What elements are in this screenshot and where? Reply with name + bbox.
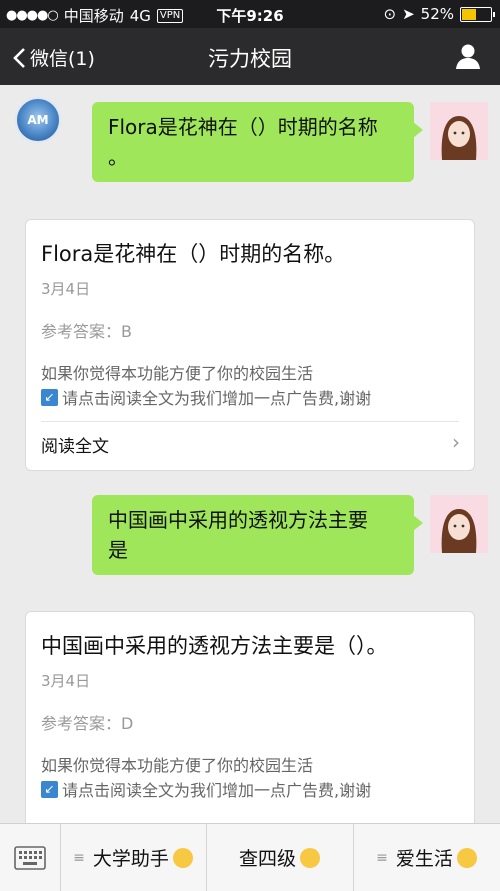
message-text-line: 是 [108, 538, 128, 562]
nav-bar: 微信(1) 污力校园 [0, 28, 500, 85]
message-text-line: Flora是花神在（）时期的名称 [108, 115, 378, 139]
card-divider [41, 421, 459, 422]
menu-item-label: 大学助手 [92, 848, 169, 870]
smiling-face-icon [456, 847, 477, 868]
status-right: ⊙ ➤ 52% [383, 5, 495, 23]
message-bubble[interactable]: 中国画中采用的透视方法主要 是 [92, 495, 423, 575]
battery-icon [460, 6, 495, 22]
menu-item-assistant[interactable]: ≡ 大学助手 [60, 824, 207, 891]
status-bar: ●●●●○ 中国移动 4G VPN 下午9:26 ⊙ ➤ 52% [0, 0, 500, 28]
user-avatar[interactable] [430, 495, 488, 553]
message-text-line: 中国画中采用的透视方法主要 [108, 508, 368, 532]
card-note-link: ↙ 请点击阅读全文为我们增加一点广告费,谢谢 [41, 777, 371, 801]
account-avatar[interactable]: AM [15, 97, 61, 143]
card-title: Flora是花神在（）时期的名称。 [41, 242, 346, 266]
user-avatar-image [430, 495, 488, 553]
keyboard-toggle-button[interactable] [0, 824, 61, 891]
message-bubble[interactable]: Flora是花神在（）时期的名称 。 [92, 102, 423, 182]
user-profile-icon[interactable] [454, 42, 482, 70]
arrow-down-left-icon: ↙ [41, 388, 58, 406]
location-icon: ➤ [402, 5, 415, 23]
card-note: 如果你觉得本功能方便了你的校园生活 [41, 364, 314, 383]
answer-card[interactable]: 中国画中采用的透视方法主要是（）。 3月4日 参考答案：D 如果你觉得本功能方便… [25, 611, 475, 823]
keyboard-icon [14, 845, 46, 870]
user-avatar[interactable] [430, 102, 488, 160]
menu-item-cet4[interactable]: 查四级 [206, 824, 354, 891]
chevron-right-icon: › [452, 430, 460, 454]
card-note-text: 请点击阅读全文为我们增加一点广告费,谢谢 [62, 389, 372, 408]
card-note-text: 请点击阅读全文为我们增加一点广告费,谢谢 [62, 781, 372, 800]
card-title: 中国画中采用的透视方法主要是（）。 [41, 634, 388, 658]
card-answer: 参考答案：D [41, 714, 134, 733]
menu-list-icon: ≡ [376, 849, 388, 866]
menu-item-life[interactable]: ≡ 爱生活 [353, 824, 500, 891]
menu-list-icon: ≡ [73, 849, 85, 866]
battery-fill [462, 8, 476, 20]
page-title: 污力校园 [208, 47, 292, 71]
menu-item-label: 爱生活 [395, 848, 453, 870]
bottom-menu-bar: ≡ 大学助手 查四级 ≡ 爱生活 [0, 823, 500, 891]
sunglasses-face-icon [300, 847, 320, 868]
message-text-line: 。 [108, 145, 128, 169]
rotation-lock-icon: ⊙ [383, 5, 397, 23]
answer-card[interactable]: Flora是花神在（）时期的名称。 3月4日 参考答案：B 如果你觉得本功能方便… [25, 219, 475, 471]
card-note: 如果你觉得本功能方便了你的校园生活 [41, 756, 314, 775]
card-date: 3月4日 [41, 280, 91, 298]
arrow-down-left-icon: ↙ [41, 780, 58, 798]
read-more-link[interactable]: 阅读全文 [41, 432, 109, 457]
card-answer: 参考答案：B [41, 322, 132, 341]
smiling-face-icon [172, 847, 193, 868]
user-avatar-image [430, 102, 488, 160]
account-avatar-text: AM [27, 113, 49, 127]
chat-area[interactable]: AM Flora是花神在（）时期的名称 。 Flora是花神在（）时期的名称。 … [0, 85, 500, 823]
menu-item-label: 查四级 [238, 848, 296, 870]
battery-percent: 52% [420, 5, 454, 23]
card-note-link: ↙ 请点击阅读全文为我们增加一点广告费,谢谢 [41, 385, 371, 409]
card-date: 3月4日 [41, 672, 91, 690]
